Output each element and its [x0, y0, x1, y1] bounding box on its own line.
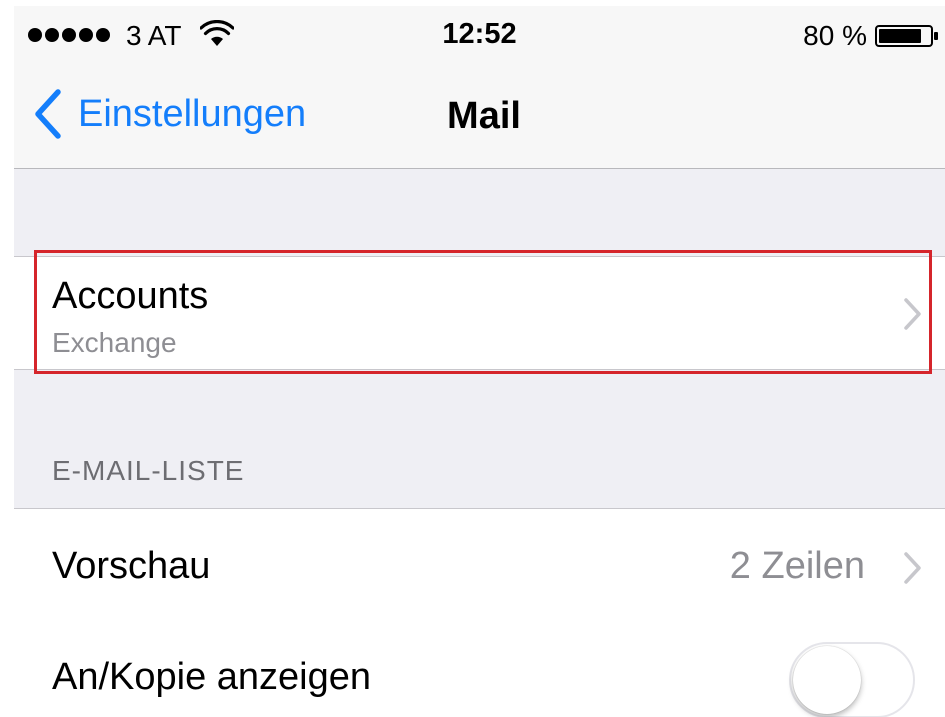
preview-row[interactable]: Vorschau 2 Zeilen [14, 508, 945, 623]
show-to-cc-row: An/Kopie anzeigen [14, 622, 945, 717]
preview-label: Vorschau [52, 545, 211, 587]
navigation-bar: Einstellungen Mail [14, 62, 945, 169]
show-to-cc-label: An/Kopie anzeigen [52, 656, 372, 698]
status-bar: 3 AT 12:52 80 % [14, 6, 945, 62]
toggle-knob [793, 646, 861, 714]
show-to-cc-toggle[interactable] [789, 642, 915, 717]
highlight-annotation [34, 250, 932, 374]
battery-percentage: 80 % [803, 20, 867, 51]
page-title: Mail [447, 95, 521, 137]
chevron-right-icon [904, 552, 921, 584]
section-header-email-list: E-MAIL-LISTE [52, 455, 245, 486]
mail-settings-screen: 3 AT 12:52 80 % Einstellungen Mail Accou… [14, 6, 945, 717]
preview-value: 2 Zeilen [729, 545, 865, 587]
back-button[interactable]: Einstellungen [32, 88, 306, 140]
chevron-left-icon [35, 89, 61, 139]
back-button-label: Einstellungen [78, 92, 307, 135]
battery-icon [875, 25, 938, 47]
